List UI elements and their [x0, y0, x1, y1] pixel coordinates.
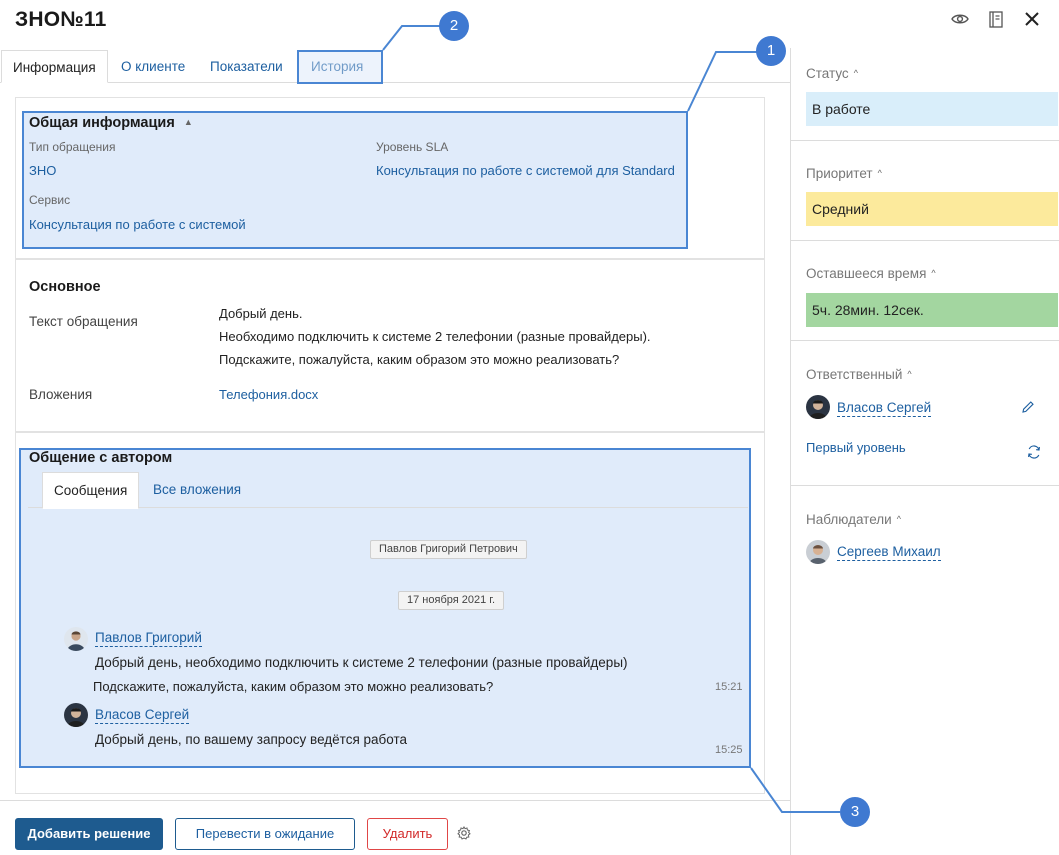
request-type-value[interactable]: ЗНО [29, 163, 56, 178]
responsible-title: Ответственный [806, 367, 903, 382]
observers-title: Наблюдатели [806, 512, 892, 527]
communication-subtabs: Сообщения Все вложения [28, 472, 748, 509]
request-text-line: Необходимо подключить к системе 2 телефо… [219, 329, 651, 344]
tab-about-client[interactable]: О клиенте [110, 50, 196, 83]
header-actions [949, 8, 1043, 30]
chevron-up-icon: ^ [877, 168, 882, 178]
service-label: Сервис [29, 193, 71, 207]
request-text-line: Подскажите, пожалуйста, каким образом эт… [219, 352, 620, 367]
refresh-icon[interactable] [1026, 444, 1042, 460]
remaining-title: Оставшееся время [806, 266, 927, 281]
message-time: 15:21 [715, 681, 743, 693]
avatar [64, 627, 88, 651]
general-info-title: Общая информация [29, 115, 175, 131]
callout-marker-1: 1 [756, 36, 786, 66]
priority-value[interactable]: Средний [806, 192, 1058, 226]
status-title: Статус [806, 66, 849, 81]
avatar [806, 395, 830, 419]
to-waiting-button[interactable]: Перевести в ожидание [175, 818, 355, 850]
remaining-time-section: Оставшееся время ^ 5ч. 28мин. 12сек. [791, 241, 1059, 341]
eye-icon[interactable] [949, 8, 971, 30]
tab-indicators[interactable]: Показатели [199, 50, 294, 83]
request-text-label: Текст обращения [29, 314, 138, 329]
chevron-up-icon: ▲ [183, 117, 193, 127]
date-chip: 17 ноября 2021 г. [398, 591, 504, 610]
gear-icon[interactable] [457, 826, 471, 840]
main-tabs: Информация О клиенте Показатели История [0, 50, 790, 83]
close-icon[interactable] [1021, 8, 1043, 30]
message-text: Добрый день, необходимо подключить к сис… [95, 655, 628, 670]
general-info-header[interactable]: Общая информация ▲ [29, 115, 193, 131]
sla-value[interactable]: Консультация по работе с системой для St… [376, 163, 675, 178]
chevron-up-icon: ^ [896, 514, 901, 524]
responsible-header[interactable]: Ответственный ^ [806, 367, 912, 382]
service-value[interactable]: Консультация по работе с системой [29, 217, 246, 232]
status-value[interactable]: В работе [806, 92, 1058, 126]
tab-all-attachments[interactable]: Все вложения [142, 472, 252, 509]
request-type-label: Тип обращения [29, 140, 116, 154]
priority-section: Приоритет ^ Средний [791, 141, 1059, 241]
status-section: Статус ^ В работе [791, 48, 1059, 141]
message-text: Добрый день, по вашему запросу ведётся р… [95, 732, 408, 747]
priority-title: Приоритет [806, 166, 873, 181]
responsible-group-link[interactable]: Первый уровень [806, 440, 906, 455]
history-tab-highlight [297, 50, 383, 84]
attachments-label: Вложения [29, 387, 93, 402]
document-icon[interactable] [985, 8, 1007, 30]
author-chip: Павлов Григорий Петрович [370, 540, 527, 559]
responsible-person-link[interactable]: Власов Сергей [837, 400, 932, 417]
avatar [64, 703, 88, 727]
observers-section: Наблюдатели ^ Сергеев Михаил [791, 486, 1059, 586]
chevron-up-icon: ^ [853, 68, 858, 78]
add-solution-button[interactable]: Добавить решение [15, 818, 163, 850]
callout-marker-2: 2 [439, 11, 469, 41]
sidebar: Статус ^ В работе Приоритет ^ Средний Оста… [790, 48, 1059, 855]
request-text: Добрый день. Необходимо подключить к сис… [219, 302, 651, 371]
action-bar: Добавить решение Перевести в ожидание Уд… [0, 800, 790, 855]
message-time: 15:25 [715, 744, 743, 756]
message-text: Подскажите, пожалуйста, каким образом эт… [93, 679, 494, 694]
observers-header[interactable]: Наблюдатели ^ [806, 512, 901, 527]
request-text-line: Добрый день. [219, 306, 303, 321]
message-author-link[interactable]: Власов Сергей [95, 707, 190, 724]
basic-title: Основное [29, 279, 101, 295]
chevron-up-icon: ^ [907, 369, 912, 379]
tab-information[interactable]: Информация [1, 50, 108, 83]
chevron-up-icon: ^ [931, 268, 936, 278]
page-title: ЗНО№11 [15, 8, 107, 31]
remaining-value: 5ч. 28мин. 12сек. [806, 293, 1058, 327]
edit-pencil-icon[interactable] [1021, 400, 1035, 414]
delete-button[interactable]: Удалить [367, 818, 448, 850]
message-author-link[interactable]: Павлов Григорий [95, 630, 202, 647]
remaining-header[interactable]: Оставшееся время ^ [806, 266, 936, 281]
responsible-section: Ответственный ^ Власов Сергей Первый уров… [791, 341, 1059, 486]
avatar [806, 540, 830, 564]
callout-marker-3: 3 [840, 797, 870, 827]
priority-header[interactable]: Приоритет ^ [806, 166, 882, 181]
status-header[interactable]: Статус ^ [806, 66, 858, 81]
attachment-link[interactable]: Телефония.docx [219, 387, 318, 402]
observer-person-link[interactable]: Сергеев Михаил [837, 544, 941, 561]
sla-label: Уровень SLA [376, 140, 449, 154]
tab-messages[interactable]: Сообщения [42, 472, 140, 509]
communication-title: Общение с автором [29, 450, 173, 466]
